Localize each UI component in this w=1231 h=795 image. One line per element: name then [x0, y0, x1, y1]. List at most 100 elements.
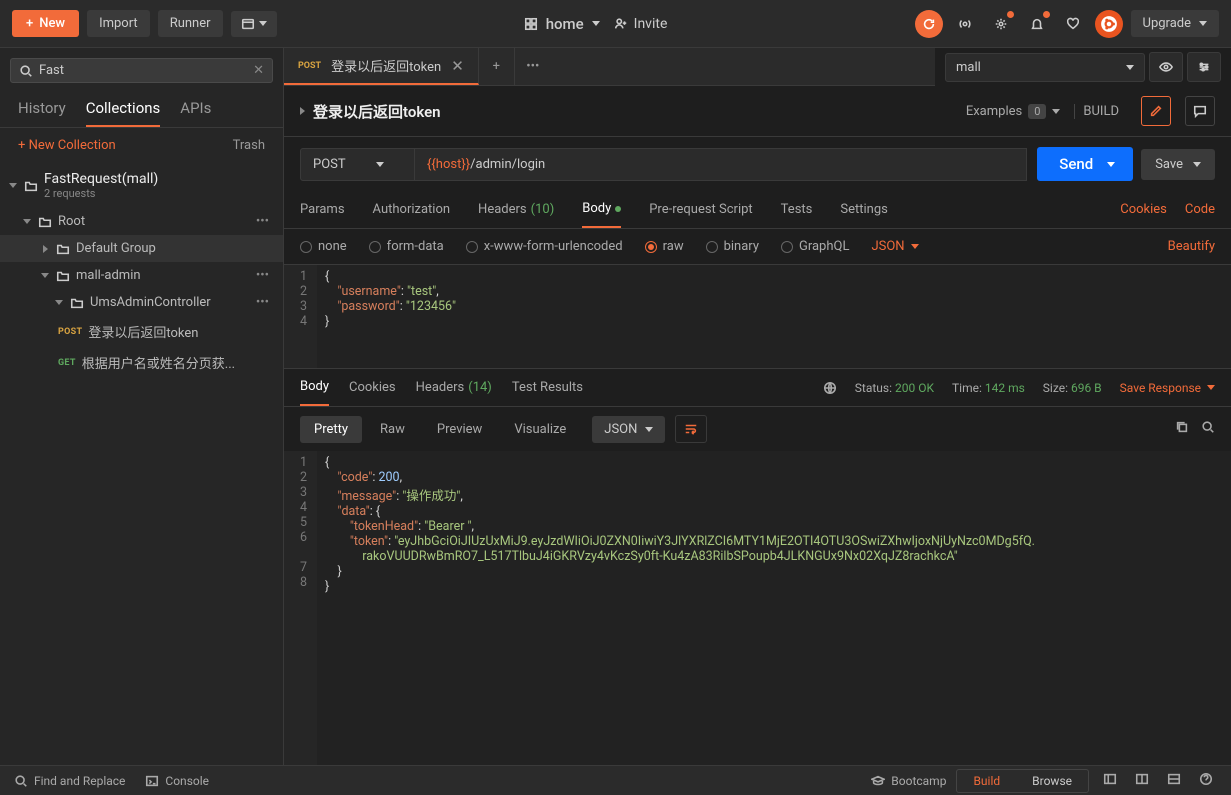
layout-sidebar-icon[interactable] [1099, 772, 1121, 789]
build-browse-toggle[interactable]: Build Browse [956, 769, 1089, 793]
method-selector[interactable]: POST [300, 148, 415, 181]
body-type-formdata[interactable]: form-data [369, 239, 444, 254]
help-icon[interactable] [1195, 772, 1217, 789]
import-button[interactable]: Import [87, 10, 150, 37]
body-type-graphql[interactable]: GraphQL [781, 239, 849, 254]
upgrade-button[interactable]: Upgrade [1131, 10, 1219, 37]
env-quicklook-button[interactable] [1149, 52, 1183, 82]
folder-controller[interactable]: UmsAdminController ••• [0, 289, 283, 316]
request-body-editor[interactable]: 1 2 3 4 { "username": "test", "password"… [284, 264, 1231, 369]
folder-icon [56, 269, 70, 283]
wrap-toggle[interactable] [675, 415, 707, 443]
invite-button[interactable]: Invite [614, 16, 668, 32]
tab-name: 登录以后返回token [331, 56, 441, 75]
bell-icon [1030, 17, 1044, 31]
sync-button[interactable] [915, 10, 943, 38]
open-new-dropdown[interactable] [231, 11, 277, 37]
folder-default-group[interactable]: Default Group [0, 235, 283, 262]
send-button[interactable]: Send [1037, 147, 1133, 181]
subtab-authorization[interactable]: Authorization [373, 192, 451, 227]
clear-search-icon[interactable]: ✕ [253, 63, 264, 78]
body-type-none[interactable]: none [300, 239, 347, 254]
response-mode-preview[interactable]: Preview [423, 416, 496, 443]
upgrade-label: Upgrade [1143, 16, 1191, 31]
response-tab-headers[interactable]: Headers (14) [416, 370, 492, 405]
subtab-settings[interactable]: Settings [840, 192, 887, 227]
copy-icon [1175, 420, 1189, 434]
body-type-xwww[interactable]: x-www-form-urlencoded [466, 239, 623, 254]
build-link[interactable]: BUILD [1074, 104, 1127, 119]
examples-dropdown[interactable]: Examples 0 [966, 104, 1061, 119]
console-button[interactable]: Console [145, 774, 209, 788]
beautify-link[interactable]: Beautify [1168, 239, 1215, 254]
more-icon[interactable]: ••• [250, 295, 275, 310]
find-replace-button[interactable]: Find and Replace [14, 774, 125, 788]
capture-button[interactable] [951, 10, 979, 38]
request-item-list[interactable]: GET 根据用户名或姓名分页获... [0, 347, 283, 378]
settings-button[interactable] [987, 10, 1015, 38]
body-type-raw[interactable]: raw [645, 239, 684, 254]
folder-root[interactable]: Root ••• [0, 208, 283, 235]
response-tab-tests[interactable]: Test Results [512, 370, 583, 405]
notifications-button[interactable] [1023, 10, 1051, 38]
response-mode-raw[interactable]: Raw [366, 416, 419, 443]
toggle-build[interactable]: Build [957, 770, 1016, 792]
comment-button[interactable] [1185, 96, 1215, 126]
collection-item[interactable]: FastRequest(mall) 2 requests [0, 163, 283, 208]
response-mode-visualize[interactable]: Visualize [500, 416, 580, 443]
sidebar-search[interactable]: ✕ [10, 58, 273, 83]
code-link[interactable]: Code [1185, 202, 1215, 217]
workspace-selector[interactable]: home [524, 15, 600, 33]
sidebar-search-input[interactable] [39, 63, 253, 78]
runner-button[interactable]: Runner [158, 10, 223, 37]
chevron-right-icon [40, 245, 50, 253]
more-icon[interactable]: ••• [250, 268, 275, 283]
subtab-params[interactable]: Params [300, 192, 345, 227]
tab-more-button[interactable]: ••• [515, 48, 551, 85]
toggle-browse[interactable]: Browse [1016, 770, 1088, 792]
globe-icon[interactable] [823, 381, 837, 395]
sliders-icon [1197, 60, 1211, 74]
new-collection-link[interactable]: + New Collection [18, 138, 116, 153]
body-type-binary[interactable]: binary [706, 239, 759, 254]
response-type-selector[interactable]: JSON [592, 416, 665, 443]
close-tab-icon[interactable]: ✕ [451, 57, 464, 75]
user-avatar[interactable] [1095, 10, 1123, 38]
chevron-right-icon[interactable] [300, 107, 305, 115]
layout-pane-icon[interactable] [1163, 772, 1185, 789]
subtab-prerequest[interactable]: Pre-request Script [649, 192, 752, 227]
tab-collections[interactable]: Collections [86, 99, 161, 127]
folder-mall-admin[interactable]: mall-admin ••• [0, 262, 283, 289]
save-response-button[interactable]: Save Response [1120, 381, 1215, 395]
subtab-tests[interactable]: Tests [781, 192, 813, 227]
tab-history[interactable]: History [18, 99, 66, 127]
response-body-editor[interactable]: 1 2 3 4 5 6 7 8 { "code": 200, "message"… [284, 451, 1231, 765]
trash-link[interactable]: Trash [233, 138, 265, 153]
favorites-button[interactable] [1059, 10, 1087, 38]
subtab-body[interactable]: Body [582, 191, 621, 228]
response-tab-body[interactable]: Body [300, 369, 329, 406]
request-tab[interactable]: POST 登录以后返回token ✕ [284, 48, 479, 85]
more-icon[interactable]: ••• [250, 214, 275, 229]
env-manage-button[interactable] [1187, 52, 1221, 82]
environment-selector[interactable]: mall [945, 53, 1145, 82]
response-mode-pretty[interactable]: Pretty [300, 416, 362, 443]
bootcamp-button[interactable]: Bootcamp [871, 774, 946, 788]
add-tab-button[interactable]: + [479, 48, 515, 85]
folder-icon [24, 179, 38, 193]
request-item-login[interactable]: POST 登录以后返回token [0, 316, 283, 347]
new-button[interactable]: + New [12, 10, 79, 37]
subtab-headers[interactable]: Headers (10) [478, 192, 554, 227]
edit-button[interactable] [1141, 96, 1171, 126]
response-tab-cookies[interactable]: Cookies [349, 370, 396, 405]
copy-button[interactable] [1175, 420, 1189, 438]
save-button[interactable]: Save [1141, 149, 1215, 180]
search-response-button[interactable] [1201, 420, 1215, 438]
tab-apis[interactable]: APIs [180, 99, 211, 127]
layout-split-icon[interactable] [1131, 772, 1153, 789]
cookies-link[interactable]: Cookies [1120, 202, 1167, 217]
url-input[interactable]: {{host}}/admin/login [415, 148, 1027, 181]
body-language-selector[interactable]: JSON [871, 239, 918, 254]
chevron-down-icon [40, 273, 50, 278]
search-icon [19, 64, 33, 78]
